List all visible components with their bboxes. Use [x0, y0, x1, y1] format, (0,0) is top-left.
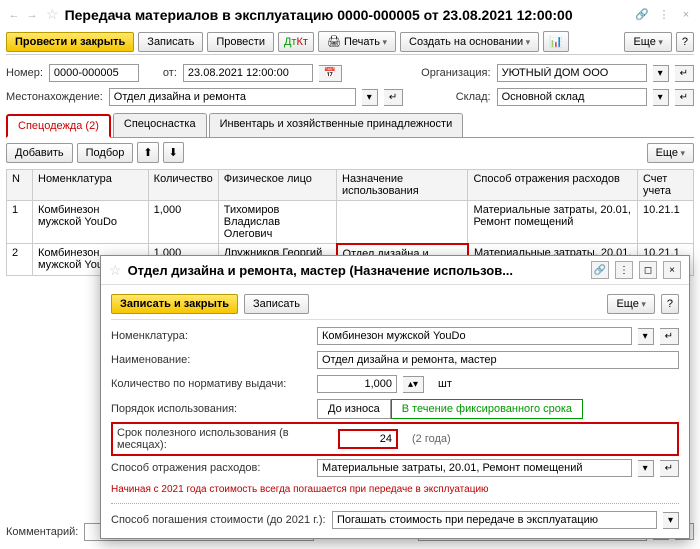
- dt-kt-button[interactable]: ДᴛКᴛ: [278, 32, 314, 52]
- warehouse-open-button[interactable]: ↵: [675, 89, 694, 106]
- nom-label: Номенклатура:: [111, 330, 311, 342]
- qty-spinner[interactable]: ▴▾: [403, 376, 424, 393]
- name-label: Наименование:: [111, 354, 311, 366]
- link-icon[interactable]: 🔗: [634, 7, 650, 23]
- comment-label: Комментарий:: [6, 526, 78, 538]
- submit-close-button[interactable]: Провести и закрыть: [6, 32, 134, 52]
- table-more-button[interactable]: Еще: [647, 143, 694, 163]
- table-row[interactable]: 1 Комбинезон мужской YouDo 1,000 Тихомир…: [7, 201, 694, 244]
- star-icon[interactable]: ☆: [109, 262, 122, 279]
- col-n: N: [7, 170, 33, 201]
- pay-input[interactable]: [332, 511, 657, 529]
- move-down-button[interactable]: ⬇: [163, 142, 184, 163]
- location-input[interactable]: [109, 88, 356, 106]
- help-button[interactable]: ?: [676, 32, 694, 52]
- page-title: Передача материалов в эксплуатацию 0000-…: [65, 7, 573, 23]
- save-button[interactable]: Записать: [138, 32, 203, 52]
- col-purpose: Назначение использования: [337, 170, 468, 201]
- name-input[interactable]: [317, 351, 679, 369]
- warehouse-label: Склад:: [456, 91, 491, 103]
- nav-fwd[interactable]: →: [24, 7, 40, 23]
- tab-spetsosnastka[interactable]: Спецоснастка: [113, 113, 207, 137]
- dlg-save-button[interactable]: Записать: [244, 294, 309, 314]
- dots-icon[interactable]: ⋮: [615, 261, 633, 279]
- note-text: Начиная с 2021 года стоимость всегда пог…: [111, 480, 679, 499]
- method-label: Способ отражения расходов:: [111, 462, 311, 474]
- report-button[interactable]: 📊: [543, 31, 569, 52]
- method-open-button[interactable]: ↵: [660, 460, 679, 477]
- org-input[interactable]: [497, 64, 647, 82]
- seg-fixed[interactable]: В течение фиксированного срока: [391, 399, 583, 419]
- table-toolbar: Добавить Подбор ⬆ ⬇ Еще: [6, 138, 694, 167]
- org-open-button[interactable]: ↵: [675, 65, 694, 82]
- qty-label: Количество по нормативу выдачи:: [111, 378, 311, 390]
- location-open-button[interactable]: ↵: [384, 89, 403, 106]
- qty-unit: шт: [438, 378, 452, 390]
- method-select-button[interactable]: ▾: [638, 460, 654, 477]
- date-input[interactable]: [183, 64, 313, 82]
- assignment-dialog: ☆ Отдел дизайна и ремонта, мастер (Назна…: [100, 255, 690, 539]
- title-bar: ← → ☆ Передача материалов в эксплуатацию…: [6, 4, 694, 29]
- nav-back[interactable]: ←: [6, 7, 22, 23]
- dots-icon[interactable]: ⋮: [656, 7, 672, 23]
- qty-input[interactable]: [317, 375, 397, 393]
- nom-select-button[interactable]: ▾: [638, 328, 654, 345]
- org-label: Организация:: [421, 67, 490, 79]
- location-label: Местонахождение:: [6, 91, 103, 103]
- date-picker-button[interactable]: 📅: [319, 65, 342, 82]
- pay-label: Способ погашения стоимости (до 2021 г.):: [111, 514, 326, 526]
- dlg-more-button[interactable]: Еще: [607, 294, 654, 314]
- col-method: Способ отражения расходов: [468, 170, 638, 201]
- pay-select-button[interactable]: ▾: [663, 512, 679, 529]
- order-label: Порядок использования:: [111, 403, 311, 415]
- col-nom: Номенклатура: [33, 170, 149, 201]
- dialog-title: Отдел дизайна и ремонта, мастер (Назначе…: [128, 263, 585, 278]
- close-icon[interactable]: ×: [663, 261, 681, 279]
- term-hint: (2 года): [412, 433, 451, 445]
- warehouse-input[interactable]: [497, 88, 647, 106]
- main-toolbar: Провести и закрыть Записать Провести ДᴛК…: [6, 29, 694, 55]
- col-acc: Счет учета: [637, 170, 693, 201]
- tab-spetsodezhda[interactable]: Спецодежда (2): [6, 114, 111, 138]
- tab-inventory[interactable]: Инвентарь и хозяйственные принадлежности: [209, 113, 464, 137]
- star-icon[interactable]: ☆: [46, 6, 59, 23]
- warehouse-select-button[interactable]: ▾: [653, 89, 669, 106]
- nom-input[interactable]: [317, 327, 632, 345]
- from-label: от:: [163, 67, 177, 79]
- submit-button[interactable]: Провести: [207, 32, 274, 52]
- col-qty: Количество: [148, 170, 218, 201]
- create-based-button[interactable]: Создать на основании: [400, 32, 539, 52]
- col-person: Физическое лицо: [218, 170, 336, 201]
- add-button[interactable]: Добавить: [6, 143, 73, 163]
- org-select-button[interactable]: ▾: [653, 65, 669, 82]
- term-label: Срок полезного использования (в месяцах)…: [117, 427, 332, 451]
- number-label: Номер:: [6, 67, 43, 79]
- dlg-save-close-button[interactable]: Записать и закрыть: [111, 294, 238, 314]
- term-input[interactable]: [338, 429, 398, 449]
- seg-wear[interactable]: До износа: [317, 399, 391, 419]
- pick-button[interactable]: Подбор: [77, 143, 134, 163]
- dlg-help-button[interactable]: ?: [661, 294, 679, 314]
- tabs: Спецодежда (2) Спецоснастка Инвентарь и …: [6, 113, 694, 138]
- link-icon[interactable]: 🔗: [591, 261, 609, 279]
- close-icon[interactable]: ×: [678, 7, 694, 23]
- number-input[interactable]: [49, 64, 139, 82]
- print-button[interactable]: 🖨 Печать: [318, 31, 396, 52]
- more-button[interactable]: Еще: [624, 32, 671, 52]
- detach-icon[interactable]: ◻: [639, 261, 657, 279]
- method-input[interactable]: [317, 459, 632, 477]
- location-select-button[interactable]: ▾: [362, 89, 378, 106]
- move-up-button[interactable]: ⬆: [137, 142, 158, 163]
- usage-order-segment: До износа В течение фиксированного срока: [317, 399, 583, 419]
- nom-open-button[interactable]: ↵: [660, 328, 679, 345]
